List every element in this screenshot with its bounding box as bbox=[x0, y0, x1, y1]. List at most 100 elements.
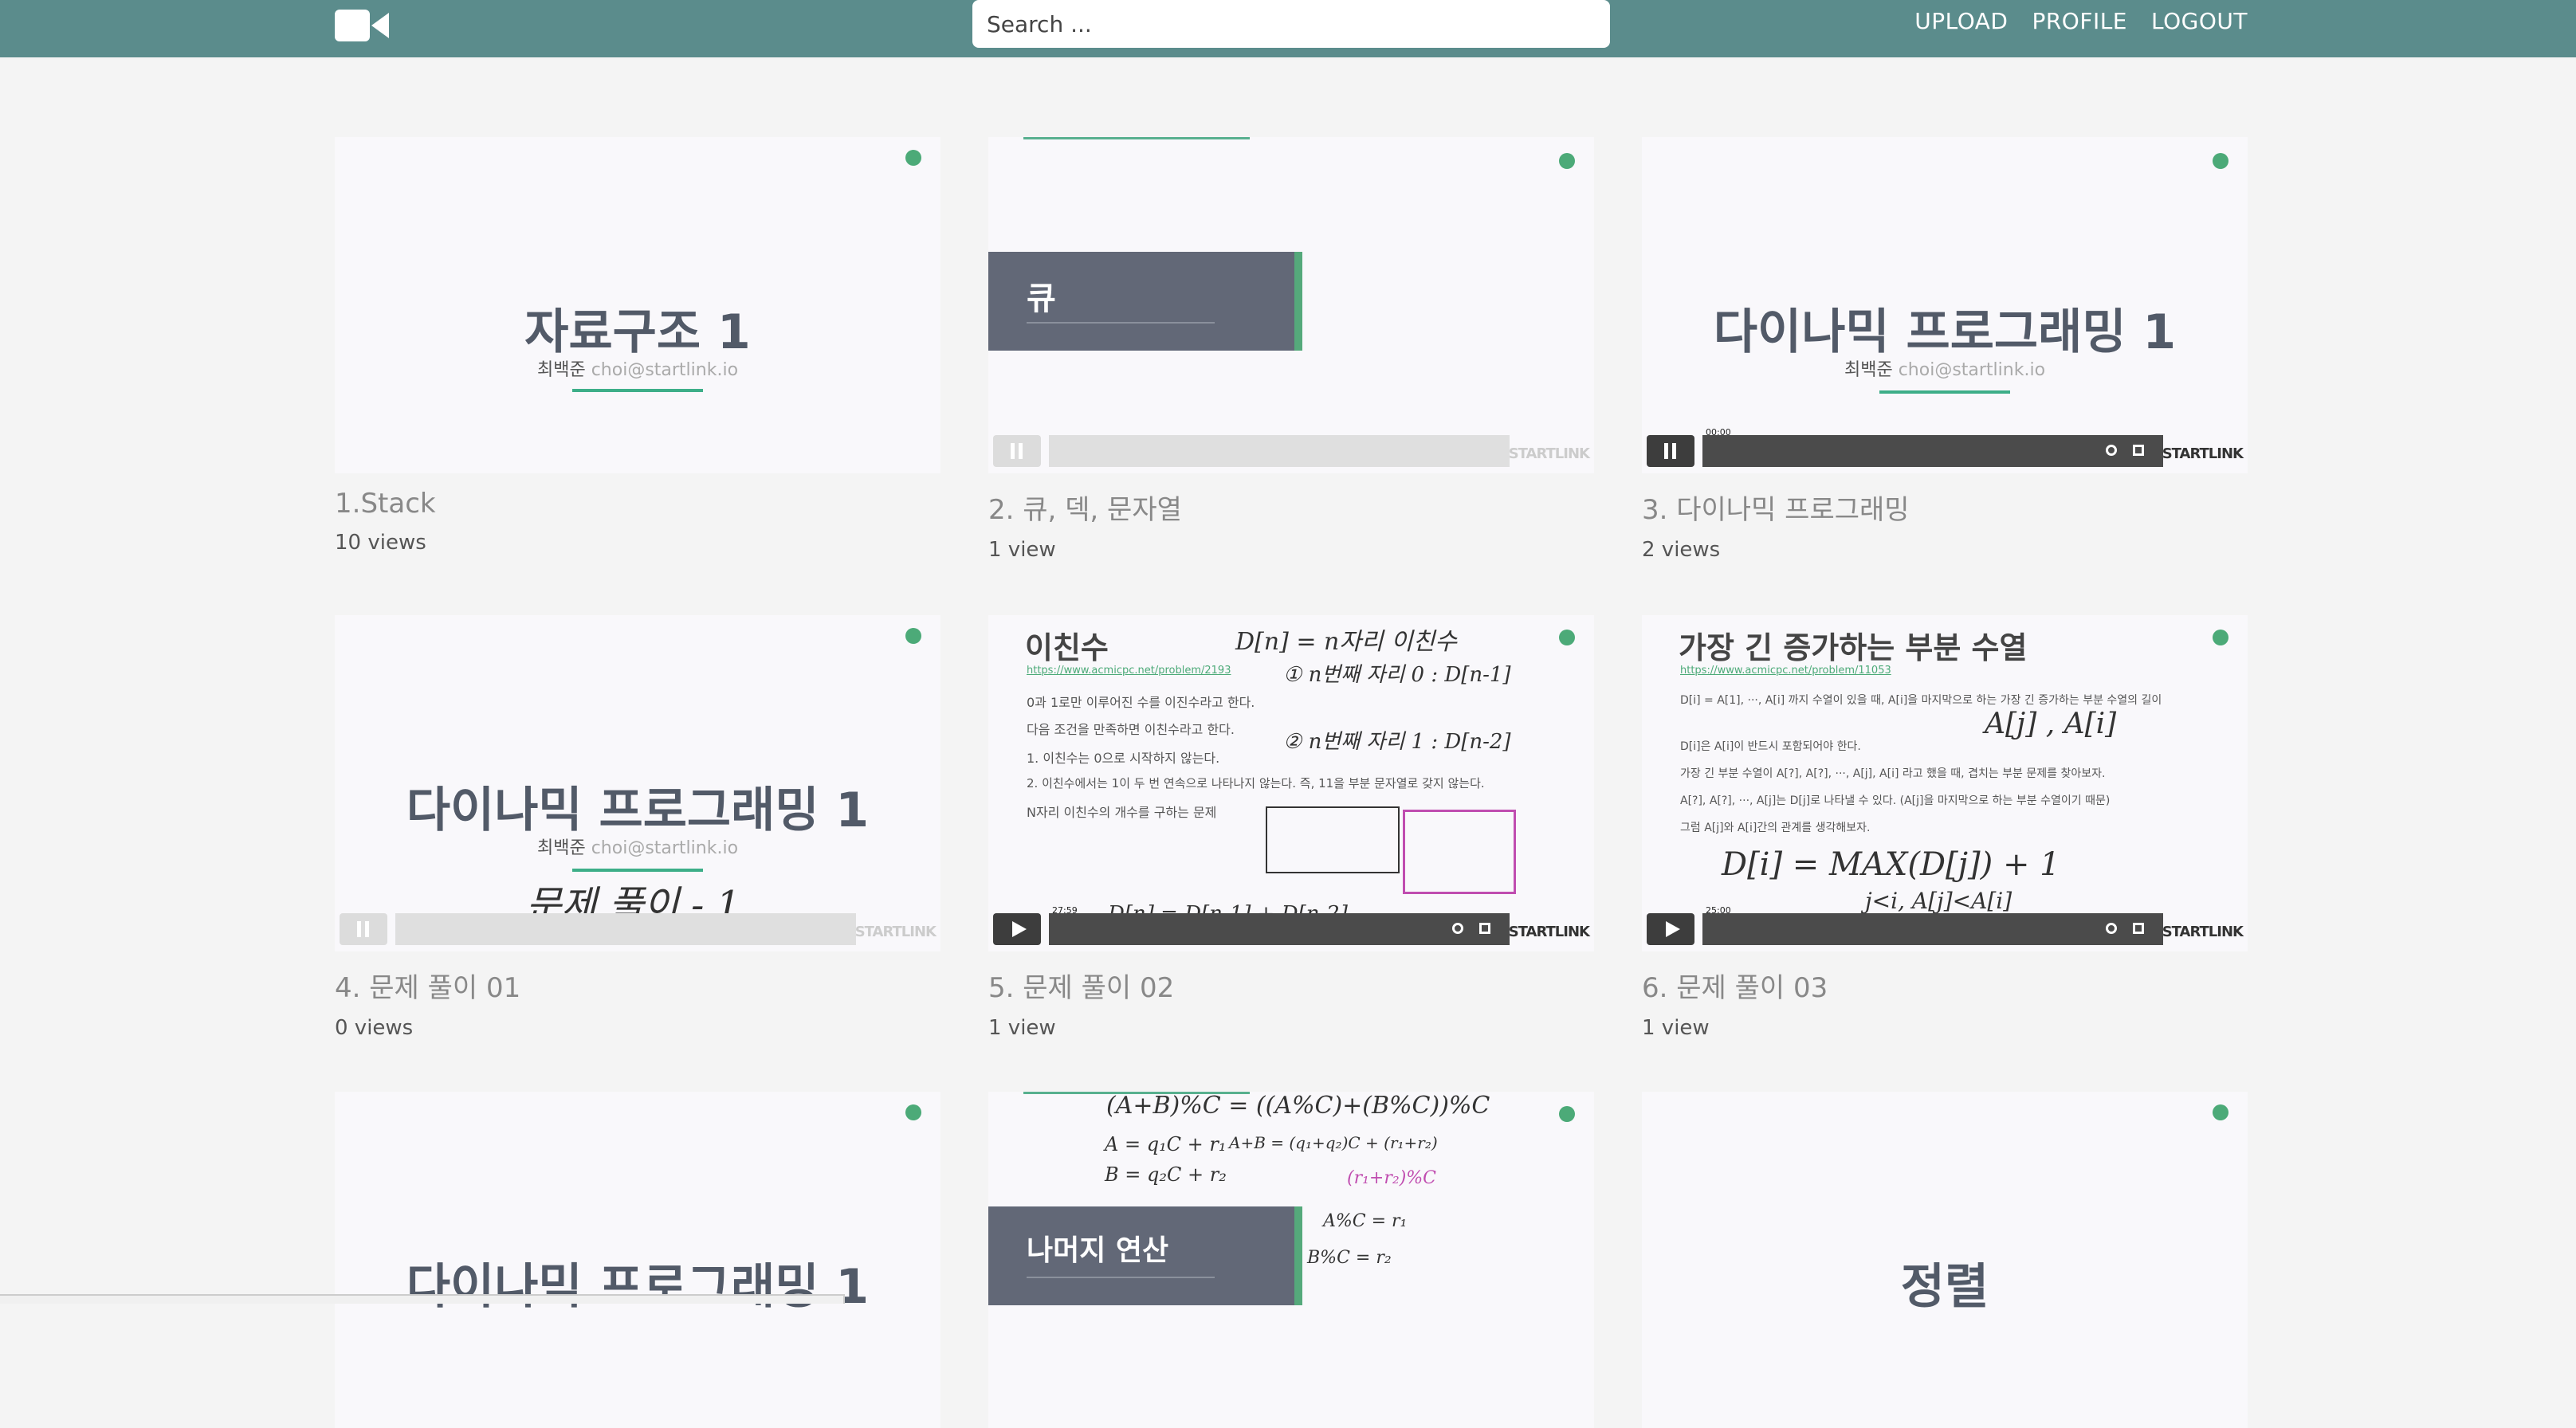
slide-underline bbox=[1879, 390, 2010, 394]
status-dot bbox=[2213, 153, 2228, 169]
slide-bullet: 다음 조건을 만족하면 이친수라고 한다. bbox=[1027, 722, 1235, 737]
fullscreen-icon[interactable] bbox=[1479, 923, 1490, 934]
logout-link[interactable]: LOGOUT bbox=[2151, 8, 2248, 34]
video-views: 10 views bbox=[335, 531, 426, 555]
profile-link[interactable]: PROFILE bbox=[2032, 8, 2127, 34]
slide-title: 다이나믹 프로그래밍 1 bbox=[406, 783, 870, 838]
slide-bullet: D[i] = A[1], ···, A[i] 까지 수열이 있을 때, A[i]… bbox=[1680, 694, 2162, 707]
video-player-controls[interactable] bbox=[340, 913, 856, 945]
search-input[interactable] bbox=[972, 0, 1610, 48]
video-thumbnail[interactable]: 자료구조 1 최백준 choi@startlink.io bbox=[335, 137, 940, 473]
slide-underline bbox=[572, 869, 703, 872]
video-thumbnail[interactable]: 다이나믹 프로그래밍 1 최백준 choi@startlink.io 00:00… bbox=[1642, 137, 2248, 473]
video-card[interactable]: 정렬 bbox=[1642, 1092, 2248, 1428]
top-navbar: UPLOAD PROFILE LOGOUT bbox=[0, 0, 2576, 57]
progress-bar[interactable] bbox=[1049, 913, 1510, 945]
video-title[interactable]: 3. 다이나믹 프로그래밍 bbox=[1642, 488, 2248, 527]
author-name: 최백준 bbox=[536, 838, 586, 858]
brand-watermark: STARTLINK bbox=[2162, 924, 2244, 940]
video-title[interactable]: 6. 문제 풀이 03 bbox=[1642, 966, 2248, 1005]
slide-author: 최백준 choi@startlink.io bbox=[1642, 355, 2248, 381]
settings-icon[interactable] bbox=[2106, 923, 2117, 934]
slide-title-rule bbox=[1027, 322, 1215, 324]
author-name: 최백준 bbox=[536, 360, 586, 380]
status-dot bbox=[2213, 630, 2228, 645]
status-dot bbox=[1559, 153, 1575, 169]
fullscreen-icon[interactable] bbox=[2133, 923, 2144, 934]
video-player-controls[interactable]: 00:00 bbox=[1647, 427, 2163, 467]
handwritten-note: A+B = (q₁+q₂)C + (r₁+r₂) bbox=[1229, 1133, 1438, 1152]
video-title[interactable]: 4. 문제 풀이 01 bbox=[335, 966, 940, 1005]
video-player-controls[interactable] bbox=[993, 435, 1510, 467]
video-thumbnail[interactable]: 큐 STARTLINK bbox=[988, 137, 1594, 473]
video-thumbnail[interactable]: 가장 긴 증가하는 부분 수열 https://www.acmicpc.net/… bbox=[1642, 615, 2248, 951]
status-dot bbox=[905, 1104, 921, 1120]
handwritten-note: B = q₂C + r₂ bbox=[1105, 1163, 1227, 1186]
author-name: 최백준 bbox=[1844, 360, 1893, 380]
status-dot bbox=[1559, 1106, 1575, 1122]
video-title[interactable]: 2. 큐, 덱, 문자열 bbox=[988, 488, 1594, 527]
progress-bar[interactable] bbox=[395, 913, 856, 945]
brand-watermark: STARTLINK bbox=[854, 924, 937, 940]
slide-title: 큐 bbox=[1027, 280, 1056, 317]
upload-link[interactable]: UPLOAD bbox=[1914, 8, 2008, 34]
settings-icon[interactable] bbox=[1452, 923, 1463, 934]
video-player-controls[interactable]: 25:00 bbox=[1647, 905, 2163, 945]
slide-title: 다이나믹 프로그래밍 1 bbox=[1713, 304, 2177, 360]
video-card[interactable]: (A+B)%C = ((A%C)+(B%C))%C A = q₁C + r₁ B… bbox=[988, 1092, 1594, 1428]
settings-icon[interactable] bbox=[2106, 445, 2117, 456]
pause-button[interactable] bbox=[1647, 435, 1694, 467]
video-views: 1 view bbox=[1642, 1016, 1710, 1040]
handwritten-note: B%C = r₂ bbox=[1307, 1248, 1392, 1268]
video-card[interactable]: 이친수 https://www.acmicpc.net/problem/2193… bbox=[988, 615, 1594, 1040]
slide-title: 정렬 bbox=[1900, 1259, 1989, 1315]
progress-bar[interactable] bbox=[1702, 913, 2163, 945]
handwritten-note: D[i] = MAX(D[j]) + 1 bbox=[1722, 846, 2060, 883]
handwritten-note: A%C = r₁ bbox=[1323, 1211, 1408, 1231]
video-thumbnail[interactable]: 다이나믹 프로그래밍 1 최백준 choi@startlink.io 문제 풀이… bbox=[335, 615, 940, 951]
status-dot bbox=[905, 628, 921, 644]
time-label: 27:59 bbox=[1052, 905, 1078, 916]
slide-title: 자료구조 1 bbox=[524, 304, 751, 360]
slide-author: 최백준 choi@startlink.io bbox=[335, 355, 940, 381]
video-card[interactable]: 가장 긴 증가하는 부분 수열 https://www.acmicpc.net/… bbox=[1642, 615, 2248, 1040]
status-dot bbox=[2213, 1104, 2228, 1120]
pause-icon bbox=[1011, 443, 1023, 459]
slide-title: 다이나믹 프로그래밍 1 bbox=[406, 1259, 870, 1315]
video-views: 1 view bbox=[988, 1016, 1056, 1040]
time-label: 00:00 bbox=[1706, 427, 1731, 437]
play-button[interactable] bbox=[993, 913, 1041, 945]
problem-link[interactable]: https://www.acmicpc.net/problem/2193 bbox=[1027, 665, 1231, 677]
progress-bar[interactable] bbox=[1049, 435, 1510, 467]
pause-icon bbox=[357, 921, 370, 937]
video-card[interactable]: 다이나믹 프로그래밍 1 최백준 choi@startlink.io 문제 풀이… bbox=[335, 615, 940, 1040]
video-card[interactable]: 자료구조 1 최백준 choi@startlink.io 1.Stack 10 … bbox=[335, 137, 940, 555]
pause-icon bbox=[1664, 443, 1677, 459]
time-label: 25:00 bbox=[1706, 905, 1731, 916]
video-player-controls[interactable]: 27:59 bbox=[993, 905, 1510, 945]
video-thumbnail[interactable]: 정렬 bbox=[1642, 1092, 2248, 1428]
video-card[interactable]: 다이나믹 프로그래밍 1 최백준 choi@startlink.io 00:00… bbox=[1642, 137, 2248, 562]
slide-title-box: 큐 bbox=[988, 252, 1302, 351]
author-email: choi@startlink.io bbox=[1898, 360, 2046, 380]
video-card[interactable]: 다이나믹 프로그래밍 1 bbox=[335, 1092, 940, 1428]
slide-title-accent bbox=[1294, 1206, 1302, 1305]
slide-title: 나머지 연산 bbox=[1027, 1234, 1169, 1267]
video-thumbnail[interactable]: 다이나믹 프로그래밍 1 bbox=[335, 1092, 940, 1428]
video-title[interactable]: 1.Stack bbox=[335, 488, 940, 520]
progress-bar[interactable] bbox=[1702, 435, 2163, 467]
video-camera-icon[interactable] bbox=[335, 8, 389, 43]
handwritten-note: A[j] , A[i] bbox=[1985, 708, 2117, 740]
pause-button[interactable] bbox=[993, 435, 1041, 467]
highlight-box bbox=[1403, 810, 1516, 894]
problem-link[interactable]: https://www.acmicpc.net/problem/11053 bbox=[1680, 665, 1891, 677]
video-thumbnail[interactable]: 이친수 https://www.acmicpc.net/problem/2193… bbox=[988, 615, 1594, 951]
play-button[interactable] bbox=[1647, 913, 1694, 945]
slide-title-rule bbox=[1027, 1277, 1215, 1278]
author-email: choi@startlink.io bbox=[591, 838, 739, 858]
video-title[interactable]: 5. 문제 풀이 02 bbox=[988, 966, 1594, 1005]
fullscreen-icon[interactable] bbox=[2133, 445, 2144, 456]
video-thumbnail[interactable]: (A+B)%C = ((A%C)+(B%C))%C A = q₁C + r₁ B… bbox=[988, 1092, 1594, 1428]
pause-button[interactable] bbox=[340, 913, 387, 945]
video-card[interactable]: 큐 STARTLINK 2. 큐, 덱, 문자열 1 view bbox=[988, 137, 1594, 562]
